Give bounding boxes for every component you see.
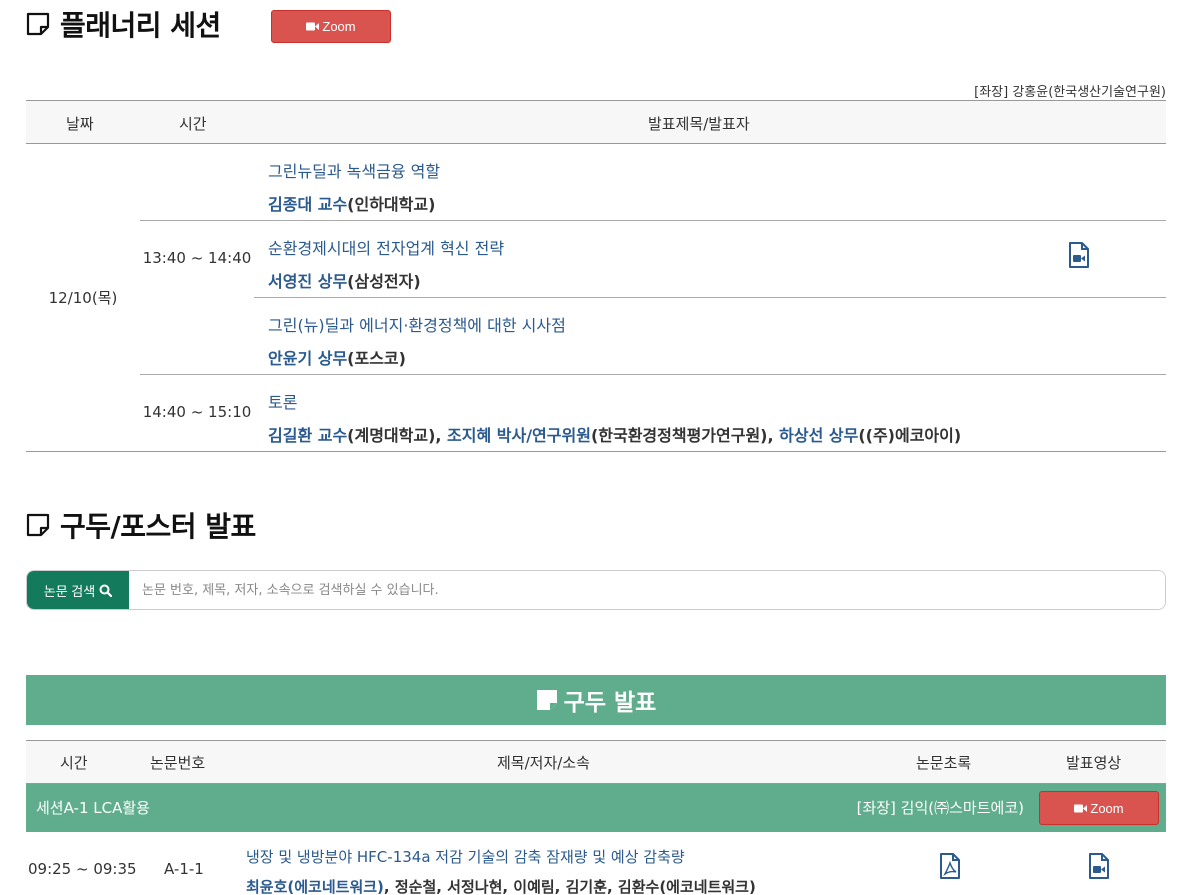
talk-speaker: 서영진 상무(삼성전자) [268,272,421,291]
oral-poster-section-title: 구두/포스터 발표 [26,505,256,545]
header-abstract: 논문초록 [916,754,972,772]
plenary-zoom-button[interactable]: Zoom [271,10,391,43]
time-slot: 14:40 ~ 15:10 [142,403,252,421]
zoom-label: Zoom [1090,800,1124,816]
session-name: 세션A-1 LCA활용 [36,799,150,817]
paper-title: 냉장 및 냉방분야 HFC-134a 저감 기술의 감축 잠재량 및 예상 감축… [246,848,685,866]
plenary-heading: 플래너리 세션 [60,9,221,42]
talk-item: 토론 김길환 교수(계명대학교), 조지혜 박사/연구위원(한국환경정책평가연구… [268,389,961,446]
row-divider [140,374,1166,375]
oral-presentation-banner: 구두 발표 [26,675,1166,725]
session-chair: [좌장] 김익(㈜스마트에코) [856,799,1024,817]
time-slot: 13:40 ~ 14:40 [142,249,252,267]
header-time: 시간 [179,115,207,133]
banner-title: 구두 발표 [563,690,657,716]
table-bottom-border [26,451,1166,452]
note-filled-icon [536,690,557,710]
paper-search-input[interactable] [129,571,1165,609]
header-date: 날짜 [66,115,94,133]
talk-title: 토론 [268,393,298,412]
video-camera-icon [1074,804,1088,812]
note-icon [26,12,50,36]
talk-item: 순환경제시대의 전자업계 혁신 전략 서영진 상무(삼성전자) [268,235,504,292]
talk-title: 순환경제시대의 전자업계 혁신 전략 [268,239,505,258]
pdf-file-icon[interactable] [939,853,961,879]
row-divider [140,220,1166,221]
plenary-chair: [좌장] 강홍윤(한국생산기술연구원) [974,85,1166,100]
header-video: 발표영상 [1066,754,1122,772]
video-file-icon[interactable] [1068,242,1090,268]
paper-search-bar: 논문 검색 [26,570,1166,610]
paper-search-button[interactable]: 논문 검색 [27,571,129,609]
plenary-table-header: 날짜 시간 발표제목/발표자 [26,100,1166,144]
oral-table-header: 시간 논문번호 제목/저자/소속 논문초록 발표영상 [26,740,1166,784]
search-icon [99,584,113,597]
note-icon [26,513,50,537]
row-divider [254,297,1166,298]
talk-item: 그린뉴딜과 녹색금융 역할 김종대 교수(인하대학교) [268,158,440,215]
talk-speaker: 안윤기 상무(포스코) [268,349,406,368]
talk-speaker: 김종대 교수(인하대학교) [268,195,436,214]
zoom-label: Zoom [322,19,356,34]
session-row: 세션A-1 LCA활용 [좌장] 김익(㈜스마트에코) [26,784,1166,832]
paper-number: A-1-1 [164,860,204,878]
oral-poster-heading: 구두/포스터 발표 [60,510,256,543]
video-file-icon[interactable] [1088,853,1110,879]
header-talk: 발표제목/발표자 [648,115,750,133]
plenary-table: 날짜 시간 발표제목/발표자 12/10(목) 13:40 ~ 14:40 14… [26,100,1166,452]
paper-time: 09:25 ~ 09:35 [28,860,137,878]
header-title: 제목/저자/소속 [497,754,590,772]
session-date: 12/10(목) [48,289,118,307]
talk-item: 그린(뉴)딜과 에너지·환경정책에 대한 시사점 안윤기 상무(포스코) [268,312,566,369]
talk-title: 그린(뉴)딜과 에너지·환경정책에 대한 시사점 [268,316,566,335]
video-camera-icon [306,22,320,31]
plenary-section-title: 플래너리 세션 [26,4,221,44]
header-paper-no: 논문번호 [150,754,206,772]
talk-speakers: 김길환 교수(계명대학교), 조지혜 박사/연구위원(한국환경정책평가연구원),… [268,426,962,445]
session-zoom-button[interactable]: Zoom [1039,791,1159,825]
paper-authors: 최윤호(에코네트워크), 정순철, 서정나현, 이예림, 김기훈, 김환수(에코… [246,878,756,895]
header-time: 시간 [60,754,88,772]
talk-title: 그린뉴딜과 녹색금융 역할 [268,162,441,181]
search-button-label: 논문 검색 [43,583,96,599]
